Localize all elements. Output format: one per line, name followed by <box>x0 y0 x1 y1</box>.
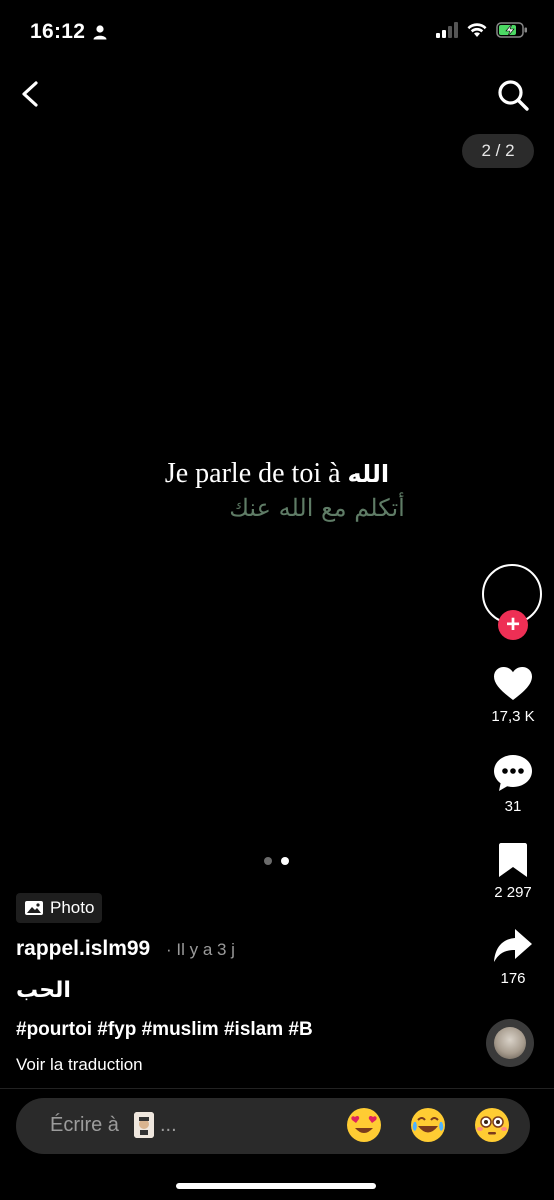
media-text-ar: الله <box>347 460 390 488</box>
card-face-icon <box>134 1112 154 1138</box>
heart-eyes-emoji-icon[interactable] <box>346 1107 382 1143</box>
like-button[interactable]: 17,3 K <box>473 666 553 725</box>
share-arrow-icon <box>494 929 532 962</box>
comment-count: 31 <box>504 798 522 815</box>
save-button[interactable]: 2 297 <box>473 842 553 901</box>
music-thumbnail <box>494 1027 526 1059</box>
divider <box>0 1088 554 1089</box>
save-count: 2 297 <box>494 884 532 901</box>
wifi-icon <box>467 23 487 37</box>
battery-charging-icon <box>496 22 527 38</box>
person-icon <box>93 25 107 40</box>
hashtags[interactable]: #pourtoi #fyp #muslim #islam #B <box>16 1019 313 1041</box>
photo-tag: Photo <box>16 893 103 923</box>
status-indicators <box>436 22 528 38</box>
pager-dot-2[interactable] <box>281 857 289 865</box>
follow-button[interactable]: + <box>498 610 528 640</box>
username[interactable]: rappel.islm99 <box>16 937 150 961</box>
media-text-line2: أتكلم مع الله عنك <box>229 494 405 522</box>
share-count: 176 <box>500 970 526 987</box>
flushed-emoji-icon[interactable] <box>474 1107 510 1143</box>
back-button[interactable] <box>16 78 46 110</box>
tears-of-joy-emoji-icon[interactable] <box>410 1107 446 1143</box>
comment-placeholder[interactable]: Écrire à <box>50 1114 119 1137</box>
like-count: 17,3 K <box>491 708 535 725</box>
pager-dot-1[interactable] <box>264 857 272 865</box>
media-text-fr: Je parle de toi à <box>164 458 348 489</box>
post-time: · Il y a 3 j <box>166 940 235 959</box>
status-time: 16:12 <box>30 20 86 43</box>
search-button[interactable] <box>496 78 530 112</box>
photo-counter: 2 / 2 <box>462 134 534 168</box>
image-icon <box>25 901 43 915</box>
bookmark-icon <box>499 843 527 877</box>
comment-button[interactable]: 31 <box>473 754 553 815</box>
caption-text: الحب <box>16 978 71 1003</box>
playing-card-icon <box>134 1112 154 1138</box>
photo-tag-label: Photo <box>50 898 95 917</box>
music-disc[interactable] <box>486 1019 534 1067</box>
plus-icon: + <box>505 611 520 638</box>
translate-link[interactable]: Voir la traduction <box>16 1055 143 1075</box>
media-text-line1: Je parle de toi à الله <box>0 458 554 490</box>
cellular-signal-icon <box>436 22 458 38</box>
comment-icon <box>494 755 532 791</box>
share-button[interactable]: 176 <box>473 928 553 987</box>
comment-ellipsis: ... <box>160 1114 177 1136</box>
home-indicator[interactable] <box>176 1183 376 1189</box>
heart-icon <box>494 667 532 700</box>
